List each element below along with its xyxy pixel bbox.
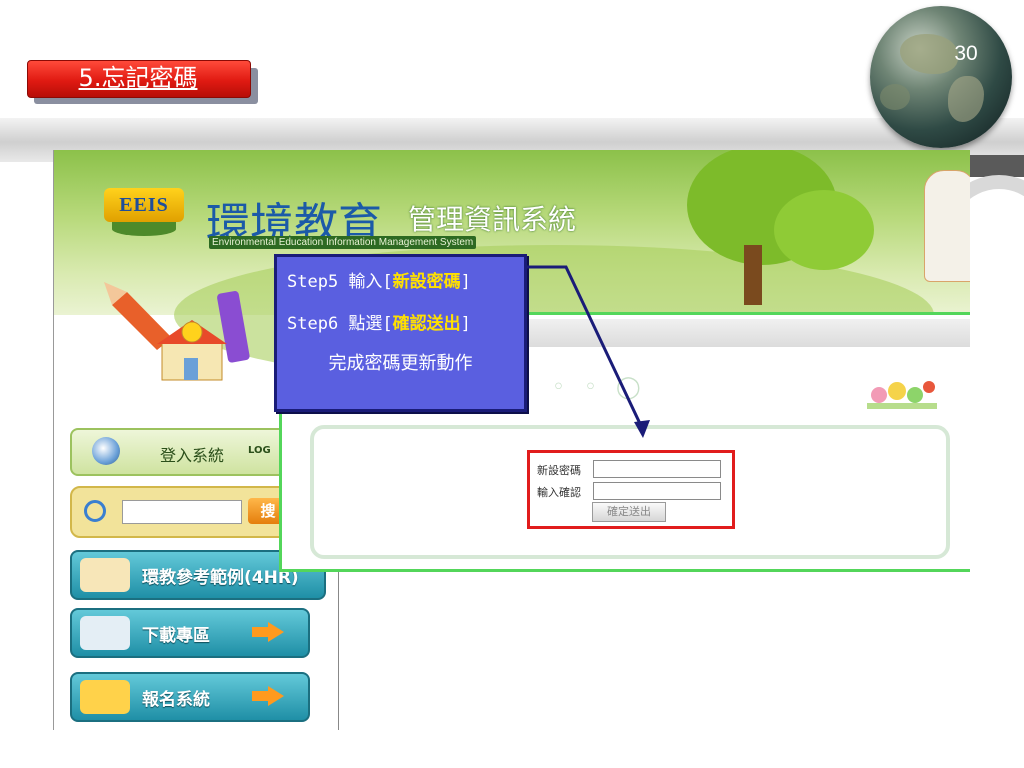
finish-text: 完成密碼更新動作 <box>328 353 473 374</box>
arrow-right-icon-head <box>268 622 284 642</box>
decorative-dots: ◦ ◦ ◯ <box>552 375 647 400</box>
sidebar-item-label: 報名系統 <box>142 690 210 710</box>
login-menu-button[interactable]: 登入系統 LOG <box>70 428 302 476</box>
flower-decoration-icon <box>867 381 937 409</box>
search-bar: 搜 <box>70 486 302 538</box>
website-screenshot: EEIS 環境教育 管理資訊系統 Environmental Education… <box>53 150 970 730</box>
folder-icon <box>80 680 130 714</box>
eeis-logo: EEIS <box>104 188 184 222</box>
step5-line: Step5 輸入[新設密碼] <box>287 267 471 292</box>
sidebar-item-registration[interactable]: 報名系統 <box>70 672 310 722</box>
highlight-red-box <box>527 450 735 529</box>
search-icon <box>84 500 106 522</box>
login-sub-label: LOG <box>248 445 271 456</box>
books-icon <box>80 558 130 592</box>
instruction-callout: Step5 輸入[新設密碼] Step6 點選[確認送出] 完成密碼更新動作 <box>274 254 527 412</box>
girl-illustration <box>924 170 970 282</box>
search-input[interactable] <box>122 500 242 524</box>
arrow-right-icon-head <box>268 686 284 706</box>
step5-prefix: Step5 輸入[ <box>287 272 393 292</box>
step6-prefix: Step6 點選[ <box>287 314 393 334</box>
page-number: 30 <box>954 42 978 65</box>
login-label: 登入系統 <box>160 446 225 465</box>
sidebar-item-label: 下載專區 <box>142 626 210 646</box>
key-icon <box>92 437 120 465</box>
globe-icon <box>870 6 1012 148</box>
sidebar-item-download[interactable]: 下載專區 <box>70 608 310 658</box>
slide-title: 5.忘記密碼 <box>78 64 198 92</box>
logo-leaf-icon <box>112 222 176 236</box>
step5-suffix: ] <box>460 272 471 292</box>
site-title-small: 管理資訊系統 <box>408 203 577 236</box>
download-icon <box>80 616 130 650</box>
sidebar-item-label: 環教參考範例(4HR) <box>142 568 299 588</box>
site-subtitle: Environmental Education Information Mana… <box>209 236 477 249</box>
school-pencil-illustration <box>104 282 250 381</box>
step6-highlight: 確認送出 <box>392 314 461 334</box>
step6-line: Step6 點選[確認送出] <box>287 309 471 334</box>
arrow-right-icon <box>252 691 268 701</box>
step5-highlight: 新設密碼 <box>392 272 461 292</box>
step6-suffix: ] <box>460 314 471 334</box>
arrow-right-icon <box>252 627 268 637</box>
sidebar-divider <box>338 550 339 730</box>
